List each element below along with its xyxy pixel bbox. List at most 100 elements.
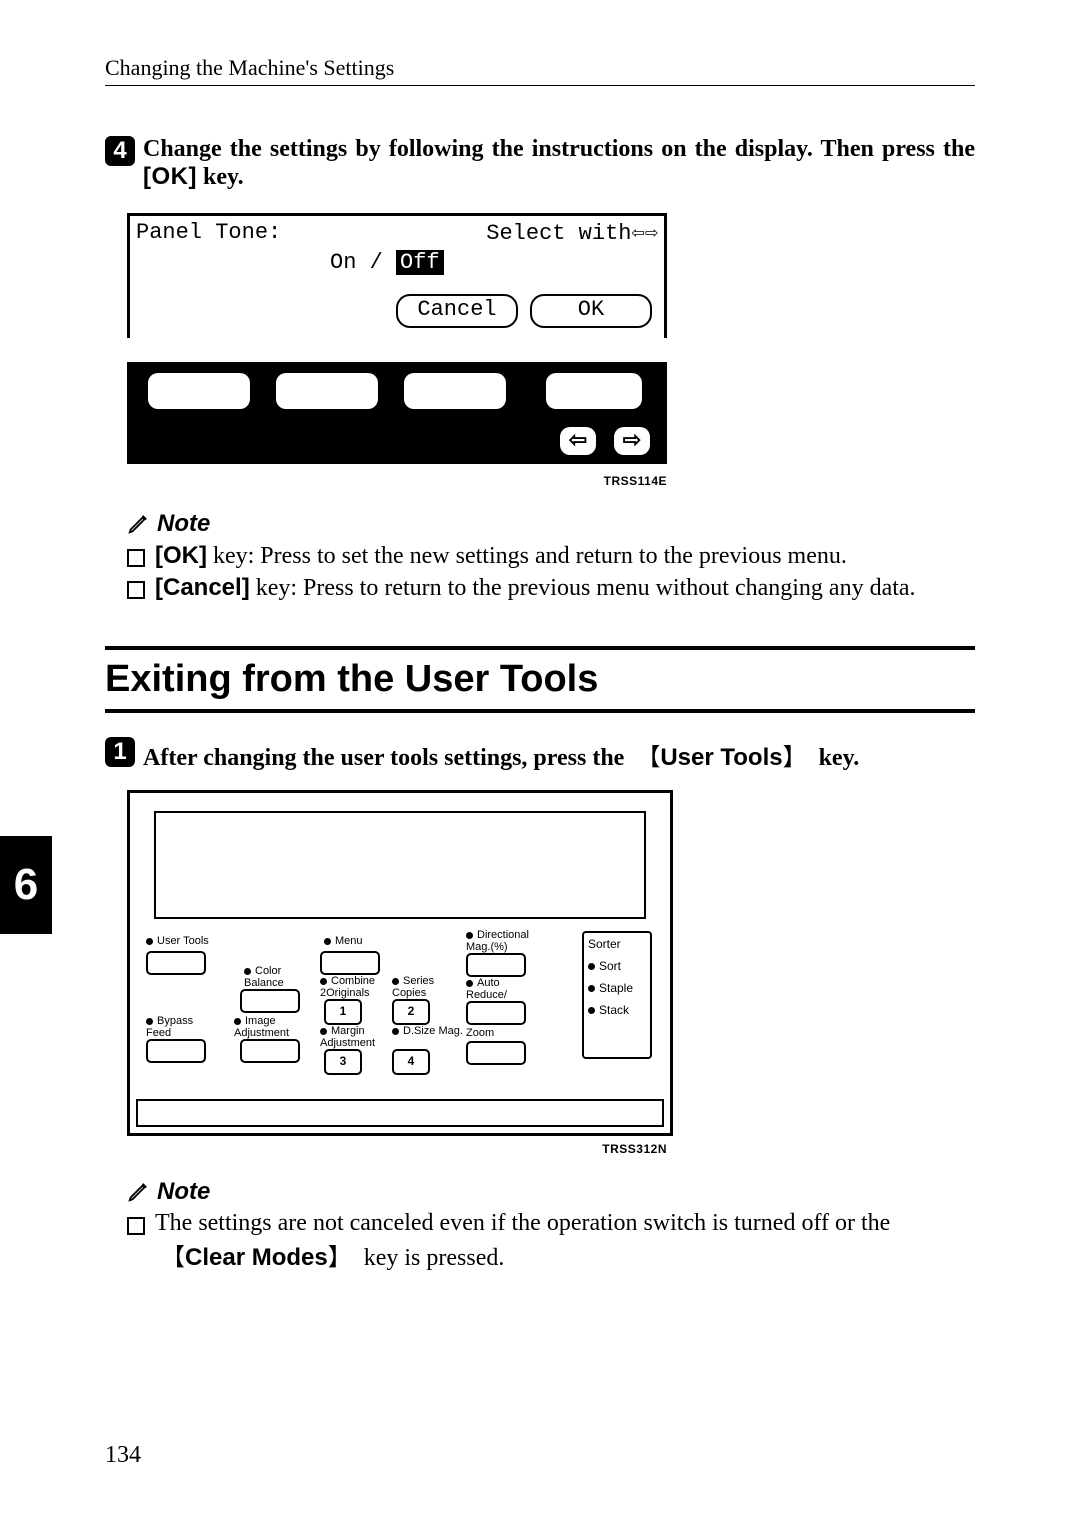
bypass-feed-label: Bypass Feed xyxy=(146,1015,206,1039)
ok-key: [OK] xyxy=(155,542,207,569)
note1-li2-rest: key: Press to return to the previous men… xyxy=(250,575,916,601)
user-tools-label: User Tools xyxy=(146,935,209,947)
series-copies-label: Series Copies xyxy=(392,975,452,999)
numkey-3[interactable]: 3 xyxy=(324,1049,362,1075)
color-balance-button[interactable] xyxy=(240,989,300,1013)
zoom-label: Zoom xyxy=(466,1027,494,1039)
note-1-list: [OK] key: Press to set the new settings … xyxy=(127,542,975,602)
step-4: 4 Change the settings by following the i… xyxy=(105,136,975,191)
page-number: 134 xyxy=(105,1442,141,1469)
color-balance-label: Color Balance xyxy=(244,965,304,989)
menu-button[interactable] xyxy=(320,951,380,975)
indicator-dot-icon xyxy=(234,1018,241,1025)
section-rule-bottom xyxy=(105,709,975,713)
bullet-box-icon xyxy=(127,1217,145,1235)
note2-b: key is pressed. xyxy=(358,1245,505,1271)
bypass-feed-text: Bypass Feed xyxy=(146,1015,193,1039)
indicator-dot-icon xyxy=(466,932,473,939)
user-tools-text: User Tools xyxy=(157,935,209,947)
softkey-1[interactable] xyxy=(148,373,250,409)
section-rule-top xyxy=(105,646,975,650)
indicator-dot-icon xyxy=(588,1007,595,1014)
image-adjustment-label: Image Adjustment xyxy=(234,1015,304,1039)
combine-2originals-label: Combine 2Originals xyxy=(320,975,390,999)
directional-mag-text: Directional Mag.(%) xyxy=(466,929,529,953)
staple-text: Staple xyxy=(599,981,633,995)
pencil-icon xyxy=(127,1181,149,1203)
combine-2originals-text: Combine 2Originals xyxy=(320,975,375,999)
lcd-screen: Panel Tone: Select with⇦⇨ On / Off Cance… xyxy=(127,213,667,338)
step-1-text: After changing the user tools settings, … xyxy=(143,737,859,772)
indicator-dot-icon xyxy=(244,968,251,975)
dsize-mag-label: D.Size Mag. xyxy=(392,1025,463,1037)
step4-b: key. xyxy=(197,164,244,190)
nav-arrows: ⇦ ⇨ xyxy=(560,427,650,455)
lcd-title: Panel Tone: xyxy=(136,220,281,245)
indicator-dot-icon xyxy=(320,978,327,985)
margin-adjustment-label: Margin Adjustment xyxy=(320,1025,390,1049)
auto-reduce-enlarge-button[interactable] xyxy=(466,1001,526,1025)
ok-button[interactable]: OK xyxy=(530,294,652,328)
indicator-dot-icon xyxy=(324,938,331,945)
numkey-1[interactable]: 1 xyxy=(324,999,362,1025)
softkey-3[interactable] xyxy=(404,373,506,409)
indicator-dot-icon xyxy=(466,980,473,987)
stack-option: Stack xyxy=(588,1003,646,1017)
control-panel-figure: User Tools Bypass Feed Color Balance Ima… xyxy=(127,790,673,1136)
note-label: Note xyxy=(157,1178,210,1206)
on-label: On xyxy=(330,250,356,275)
image-adjustment-text: Image Adjustment xyxy=(234,1015,289,1039)
figure-code-1: TRSS114E xyxy=(127,474,667,488)
lcd-on-off: On / Off xyxy=(330,250,444,275)
nav-left-button[interactable]: ⇦ xyxy=(560,427,596,455)
clear-modes-key: Clear Modes xyxy=(155,1244,358,1271)
note-heading-1: Note xyxy=(127,510,975,538)
note-label: Note xyxy=(157,510,210,538)
nav-right-button[interactable]: ⇨ xyxy=(614,427,650,455)
chapter-tab: 6 xyxy=(0,836,52,934)
arrow-right-icon: ⇨ xyxy=(645,221,658,246)
indicator-dot-icon xyxy=(320,1028,327,1035)
indicator-dot-icon xyxy=(146,938,153,945)
note2-a: The settings are not canceled even if th… xyxy=(155,1210,890,1236)
step1-a: After changing the user tools settings, … xyxy=(143,745,630,771)
indicator-dot-icon xyxy=(146,1018,153,1025)
cp-bottom-bar xyxy=(136,1099,664,1127)
lcd-figure: Panel Tone: Select with⇦⇨ On / Off Cance… xyxy=(127,213,667,464)
softkey-2[interactable] xyxy=(276,373,378,409)
zoom-text: Zoom xyxy=(466,1027,494,1039)
section-title: Exiting from the User Tools xyxy=(105,658,975,701)
softkey-4[interactable] xyxy=(546,373,642,409)
numkey-2[interactable]: 2 xyxy=(392,999,430,1025)
margin-adjustment-text: Margin Adjustment xyxy=(320,1025,375,1049)
arrow-left-icon: ⇦ xyxy=(632,221,645,246)
staple-option: Staple xyxy=(588,981,646,995)
running-head: Changing the Machine's Settings xyxy=(105,55,975,81)
zoom-button[interactable] xyxy=(466,1041,526,1065)
off-label-selected: Off xyxy=(396,250,444,275)
cp-button-area: User Tools Bypass Feed Color Balance Ima… xyxy=(136,929,664,1093)
indicator-dot-icon xyxy=(392,1028,399,1035)
directional-mag-button[interactable] xyxy=(466,953,526,977)
bullet-box-icon xyxy=(127,581,145,599)
note-2-list: The settings are not canceled even if th… xyxy=(127,1210,975,1272)
menu-text: Menu xyxy=(335,935,363,947)
bypass-feed-button[interactable] xyxy=(146,1039,206,1063)
numkey-4[interactable]: 4 xyxy=(392,1049,430,1075)
list-item: [OK] key: Press to set the new settings … xyxy=(127,542,975,570)
user-tools-button[interactable] xyxy=(146,951,206,975)
stack-text: Stack xyxy=(599,1003,629,1017)
cp-screen xyxy=(154,811,646,919)
sorter-box: Sorter Sort Staple Stack xyxy=(582,931,652,1059)
step-4-text: Change the settings by following the ins… xyxy=(143,136,975,191)
ok-key-ref: [OK] xyxy=(143,163,197,190)
note1-li1-rest: key: Press to set the new settings and r… xyxy=(207,543,847,569)
image-adjustment-button[interactable] xyxy=(240,1039,300,1063)
cancel-button[interactable]: Cancel xyxy=(396,294,518,328)
step-number: 4 xyxy=(105,136,135,166)
slash: / xyxy=(356,250,396,275)
sort-text: Sort xyxy=(599,959,621,973)
lcd-softkey-bar: ⇦ ⇨ xyxy=(127,362,667,464)
figure-code-2: TRSS312N xyxy=(127,1142,667,1156)
step-1: 1 After changing the user tools settings… xyxy=(105,737,975,772)
